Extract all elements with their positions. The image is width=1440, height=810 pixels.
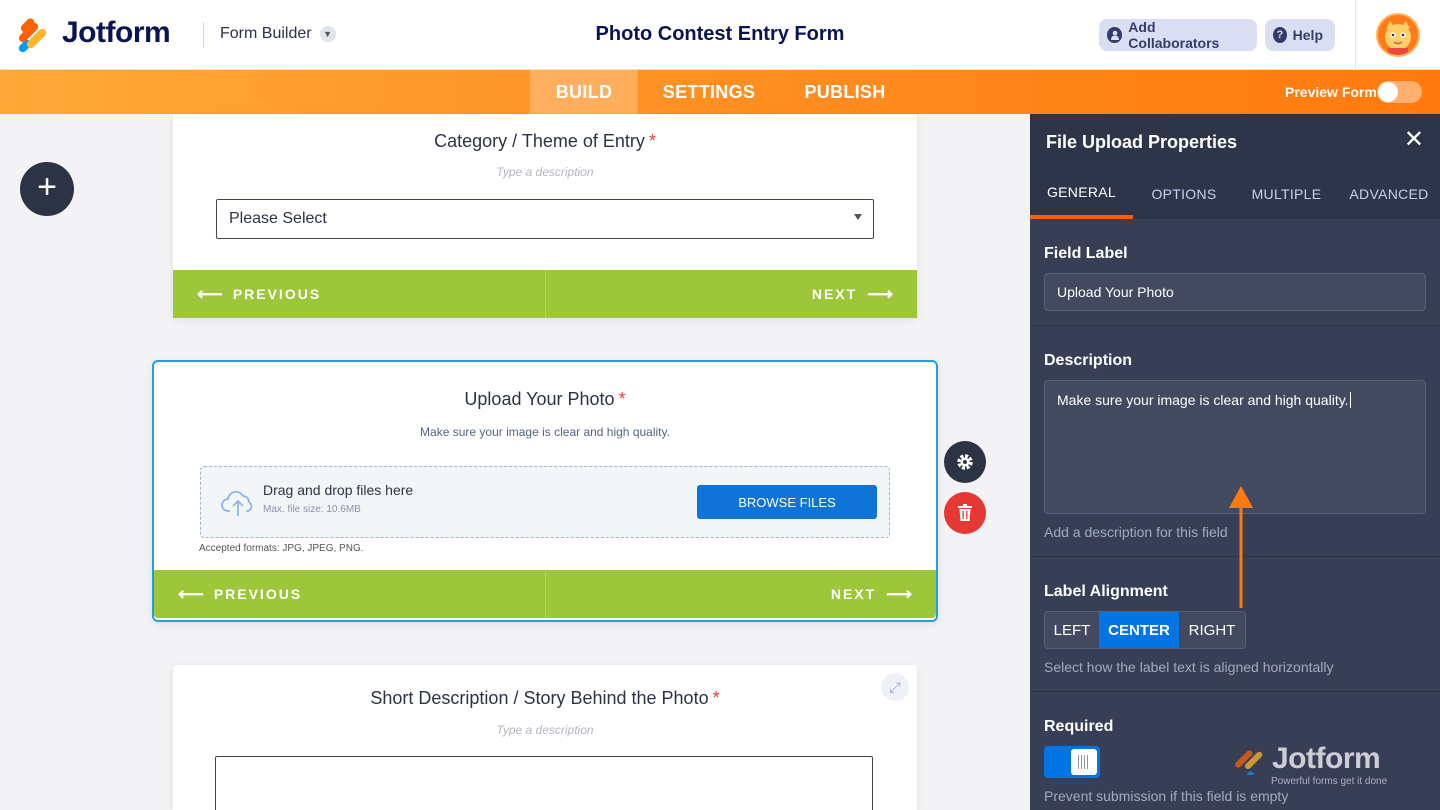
story-label-text: Short Description / Story Behind the Pho… (370, 688, 709, 708)
upload-pager: ⟵ PREVIOUS NEXT ⟶ (154, 570, 936, 618)
next-button[interactable]: NEXT ⟶ (546, 570, 937, 618)
panel-title: File Upload Properties (1046, 132, 1238, 152)
header-divider (203, 22, 204, 48)
jotform-logo-icon (17, 16, 50, 54)
description-title: Description (1044, 352, 1133, 369)
next-label: NEXT (811, 286, 858, 302)
close-icon[interactable]: ✕ (1404, 128, 1424, 152)
accepted-formats: Accepted formats: JPG, JPEG, PNG. (199, 543, 364, 554)
form-title[interactable]: Photo Contest Entry Form (596, 23, 845, 45)
required-asterisk: * (648, 131, 656, 151)
arrow-left-icon: ⟵ (197, 283, 223, 304)
tab-options[interactable]: OPTIONS (1133, 169, 1235, 219)
add-collaborators-label: Add Collaborators (1128, 19, 1220, 51)
align-left-option[interactable]: LEFT (1045, 612, 1099, 648)
field-label-input[interactable]: Upload Your Photo (1044, 273, 1426, 311)
next-button[interactable]: NEXT ⟶ (546, 270, 918, 318)
previous-label: PREVIOUS (232, 286, 322, 302)
orange-arrow-annotation (1229, 486, 1253, 608)
section-divider (1030, 325, 1440, 326)
jotform-watermark: Jotform (1232, 742, 1381, 776)
tab-publish[interactable]: PUBLISH (790, 70, 900, 114)
caret-down-icon (854, 214, 862, 220)
description-text: Make sure your image is clear and high q… (1057, 392, 1349, 408)
story-question-label[interactable]: Short Description / Story Behind the Pho… (173, 688, 917, 709)
story-question-card[interactable]: ⤢ Short Description / Story Behind the P… (173, 665, 917, 810)
watermark-brand: Jotform (1272, 742, 1381, 775)
header-divider-right (1355, 0, 1356, 70)
tab-build[interactable]: BUILD (530, 70, 638, 114)
builder-nav: BUILD SETTINGS PUBLISH Preview Form (0, 70, 1440, 114)
category-label-text: Category / Theme of Entry (434, 131, 645, 151)
chevron-down-icon: ▼ (319, 26, 336, 42)
arrow-left-icon: ⟵ (178, 583, 204, 604)
help-label: Help (1292, 27, 1323, 43)
plus-icon: + (37, 168, 57, 206)
label-alignment-title: Label Alignment (1044, 583, 1168, 600)
properties-panel: File Upload Properties ✕ GENERAL OPTIONS… (1030, 114, 1440, 810)
category-description-placeholder[interactable]: Type a description (173, 165, 917, 179)
align-center-option[interactable]: CENTER (1099, 612, 1179, 648)
category-question-card[interactable]: Category / Theme of Entry * Type a descri… (173, 114, 917, 318)
avatar[interactable] (1376, 13, 1420, 57)
add-collaborators-button[interactable]: Add Collaborators (1099, 19, 1257, 51)
drag-drop-text: Drag and drop files here (263, 482, 414, 498)
jotform-logo[interactable]: Jotform (17, 16, 171, 54)
max-file-size: Max. file size: 10.6MB (263, 504, 361, 515)
delete-field-button[interactable] (944, 492, 986, 534)
story-description-placeholder[interactable]: Type a description (173, 723, 917, 737)
panel-tabs: GENERAL OPTIONS MULTIPLE ADVANCED (1030, 169, 1440, 219)
required-asterisk: * (618, 389, 626, 409)
upload-question-card[interactable]: Upload Your Photo * Make sure your image … (152, 360, 938, 622)
gear-icon (957, 454, 973, 470)
question-icon: ? (1273, 27, 1287, 43)
preview-form-label: Preview Form (1285, 84, 1377, 100)
category-select-value: Please Select (229, 210, 327, 227)
file-drop-zone[interactable]: Drag and drop files here Max. file size:… (200, 466, 890, 538)
field-label-title: Field Label (1044, 245, 1128, 262)
trash-icon (958, 504, 972, 521)
story-textarea[interactable] (215, 756, 873, 810)
avatar-face-icon (1385, 21, 1411, 55)
brand-name: Jotform (62, 16, 171, 49)
form-builder-menu[interactable]: Form Builder ▼ (220, 25, 336, 43)
browse-files-button[interactable]: BROWSE FILES (697, 485, 877, 519)
top-header: Jotform Form Builder ▼ Photo Contest Ent… (0, 0, 1440, 70)
form-builder-label: Form Builder (220, 25, 312, 42)
previous-button[interactable]: ⟵ PREVIOUS (173, 270, 546, 318)
add-element-button[interactable]: + (20, 162, 74, 216)
next-label: NEXT (830, 586, 877, 602)
required-toggle[interactable] (1044, 746, 1100, 778)
preview-form-toggle[interactable] (1377, 81, 1422, 103)
upload-question-label[interactable]: Upload Your Photo * (154, 389, 936, 410)
tab-advanced[interactable]: ADVANCED (1338, 169, 1440, 219)
arrow-right-icon: ⟶ (867, 283, 893, 304)
required-title: Required (1044, 718, 1114, 735)
previous-button[interactable]: ⟵ PREVIOUS (154, 570, 546, 618)
jotform-logo-icon (1235, 750, 1263, 775)
user-icon (1107, 27, 1123, 43)
category-question-label[interactable]: Category / Theme of Entry * (173, 131, 917, 152)
upload-label-text: Upload Your Photo (464, 389, 615, 409)
field-properties-button[interactable] (944, 441, 986, 483)
category-pager: ⟵ PREVIOUS NEXT ⟶ (173, 270, 917, 318)
upload-description[interactable]: Make sure your image is clear and high q… (154, 425, 936, 439)
watermark-tagline: Powerful forms get it done (1271, 776, 1388, 787)
previous-label: PREVIOUS (213, 586, 303, 602)
category-select[interactable]: Please Select (216, 199, 874, 239)
label-alignment-selector: LEFT CENTER RIGHT (1044, 611, 1246, 649)
arrow-right-icon: ⟶ (886, 583, 912, 604)
required-asterisk: * (712, 688, 720, 708)
cloud-upload-icon (221, 490, 253, 516)
tab-general[interactable]: GENERAL (1030, 169, 1133, 219)
tab-settings[interactable]: SETTINGS (648, 70, 770, 114)
required-hint: Prevent submission if this field is empt… (1044, 788, 1289, 804)
alignment-hint: Select how the label text is aligned hor… (1044, 659, 1334, 675)
section-divider (1030, 691, 1440, 692)
tab-multiple[interactable]: MULTIPLE (1235, 169, 1338, 219)
description-hint: Add a description for this field (1044, 524, 1228, 540)
align-right-option[interactable]: RIGHT (1179, 612, 1245, 648)
help-button[interactable]: ? Help (1265, 19, 1335, 51)
panel-header: File Upload Properties ✕ (1030, 114, 1440, 169)
